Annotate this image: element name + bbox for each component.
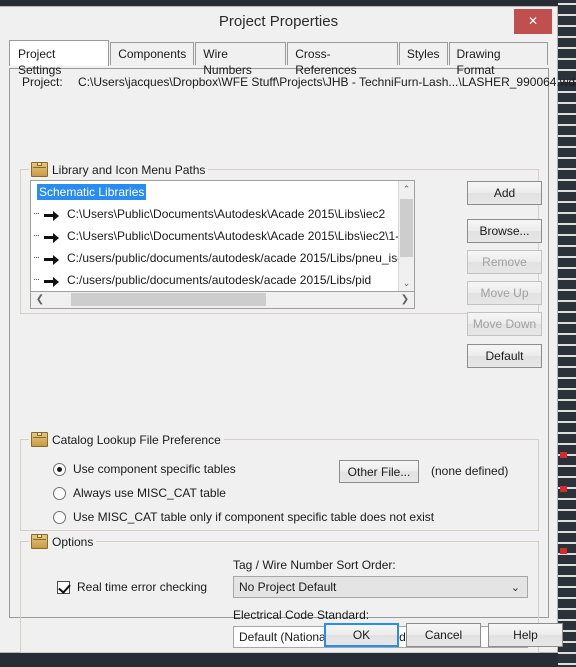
background-app-bottom bbox=[0, 653, 576, 667]
toolbox-icon bbox=[31, 432, 48, 447]
browse-button[interactable]: Browse... bbox=[467, 219, 542, 243]
library-paths-group: Library and Icon Menu Paths Schematic Li… bbox=[20, 162, 539, 314]
tab-wire-numbers[interactable]: Wire Numbers bbox=[195, 42, 287, 77]
tab-panel: Project Settings Components Wire Numbers… bbox=[9, 40, 576, 653]
tab-body: Project: C:\Users\jacques\Dropbox\WFE St… bbox=[9, 68, 576, 653]
radio-label: Use component specific tables bbox=[73, 462, 236, 476]
radio-misc-cat-fallback[interactable]: Use MISC_CAT table only if component spe… bbox=[53, 510, 434, 524]
tab-cross-references[interactable]: Cross-References bbox=[287, 42, 398, 77]
dialog-footer: OK Cancel Help bbox=[9, 620, 563, 650]
tab-drawing-format[interactable]: Drawing Format bbox=[448, 42, 548, 77]
radio-icon bbox=[53, 510, 66, 524]
cancel-button[interactable]: Cancel bbox=[406, 623, 481, 647]
toolbox-icon bbox=[31, 534, 48, 549]
list-item-label: C:\Users\Public\Documents\Autodesk\Acade… bbox=[67, 207, 386, 221]
scroll-right-icon[interactable]: ❯ bbox=[397, 292, 413, 307]
radio-always-use-misc-cat[interactable]: Always use MISC_CAT table bbox=[53, 486, 226, 500]
sort-order-label: Tag / Wire Number Sort Order: bbox=[233, 558, 396, 572]
scroll-left-icon[interactable]: ❮ bbox=[32, 292, 48, 307]
list-item[interactable]: C:\Users\Public\Documents\Autodesk\Acade… bbox=[31, 225, 414, 247]
listbox-horizontal-scrollbar[interactable]: ❮ ❯ bbox=[30, 292, 415, 309]
sort-order-select[interactable]: No Project Default ⌄ bbox=[233, 576, 528, 598]
list-item-label: C:/users/public/documents/autodesk/acade… bbox=[67, 273, 372, 287]
move-up-button: Move Up bbox=[467, 281, 542, 305]
help-button[interactable]: Help bbox=[488, 623, 563, 647]
checkbox-label: Real time error checking bbox=[77, 580, 208, 594]
options-legend: Options bbox=[29, 534, 97, 549]
other-file-button[interactable]: Other File... bbox=[339, 460, 419, 483]
catalog-lookup-legend: Catalog Lookup File Preference bbox=[29, 432, 224, 447]
list-item[interactable]: C:/users/public/documents/autodesk/acade… bbox=[31, 269, 414, 291]
checkbox-icon bbox=[57, 580, 70, 594]
realtime-error-checking-checkbox[interactable]: Real time error checking bbox=[57, 580, 207, 594]
tab-strip: Project Settings Components Wire Numbers… bbox=[9, 40, 549, 77]
options-legend-text: Options bbox=[52, 534, 94, 549]
scroll-up-icon[interactable]: ⌃ bbox=[399, 181, 414, 197]
close-icon[interactable]: ✕ bbox=[514, 9, 552, 34]
chevron-down-icon: ⌄ bbox=[510, 581, 520, 594]
remove-button: Remove bbox=[467, 250, 542, 274]
horizontal-scroll-thumb[interactable] bbox=[71, 293, 266, 306]
radio-label: Always use MISC_CAT table bbox=[73, 486, 226, 500]
radio-label: Use MISC_CAT table only if component spe… bbox=[73, 510, 435, 524]
vertical-scroll-thumb[interactable] bbox=[400, 199, 413, 257]
dialog-titlebar: Project Properties ✕ bbox=[0, 7, 557, 39]
tab-components[interactable]: Components bbox=[110, 42, 195, 65]
library-paths-legend-text: Library and Icon Menu Paths bbox=[52, 162, 206, 177]
catalog-lookup-legend-text: Catalog Lookup File Preference bbox=[52, 432, 221, 447]
toolbox-icon bbox=[31, 162, 48, 177]
list-item[interactable]: C:/users/public/documents/autodesk/acade… bbox=[31, 247, 414, 269]
sort-order-value: No Project Default bbox=[239, 580, 337, 594]
add-button[interactable]: Add bbox=[467, 181, 542, 205]
listbox-vertical-scrollbar[interactable]: ⌃ ⌄ bbox=[398, 181, 414, 291]
list-item-label: Schematic Libraries bbox=[37, 184, 147, 200]
list-item[interactable]: Schematic Libraries bbox=[31, 181, 414, 203]
default-button[interactable]: Default bbox=[467, 344, 542, 368]
dialog-title: Project Properties bbox=[218, 13, 339, 30]
catalog-lookup-group: Catalog Lookup File Preference Use compo… bbox=[20, 432, 539, 531]
radio-icon bbox=[53, 462, 66, 476]
ok-button[interactable]: OK bbox=[324, 623, 399, 647]
scroll-down-icon[interactable]: ⌄ bbox=[399, 275, 414, 291]
other-file-status: (none defined) bbox=[431, 464, 509, 478]
radio-use-component-specific-tables[interactable]: Use component specific tables bbox=[53, 462, 236, 476]
move-down-button: Move Down bbox=[467, 312, 542, 336]
list-item-label: C:/users/public/documents/autodesk/acade… bbox=[67, 251, 415, 265]
library-paths-listbox[interactable]: Schematic Libraries C:\Users\Public\Docu… bbox=[30, 180, 415, 292]
background-app-strip bbox=[558, 0, 576, 667]
list-item[interactable]: C:\Users\Public\Documents\Autodesk\Acade… bbox=[31, 203, 414, 225]
tab-styles[interactable]: Styles bbox=[398, 42, 448, 65]
list-item-label: C:\Users\Public\Documents\Autodesk\Acade… bbox=[67, 229, 400, 243]
project-properties-dialog: Project Properties ✕ Project Settings Co… bbox=[0, 6, 576, 653]
radio-icon bbox=[53, 486, 66, 500]
tab-project-settings[interactable]: Project Settings bbox=[9, 40, 110, 77]
library-paths-legend: Library and Icon Menu Paths bbox=[29, 162, 209, 177]
